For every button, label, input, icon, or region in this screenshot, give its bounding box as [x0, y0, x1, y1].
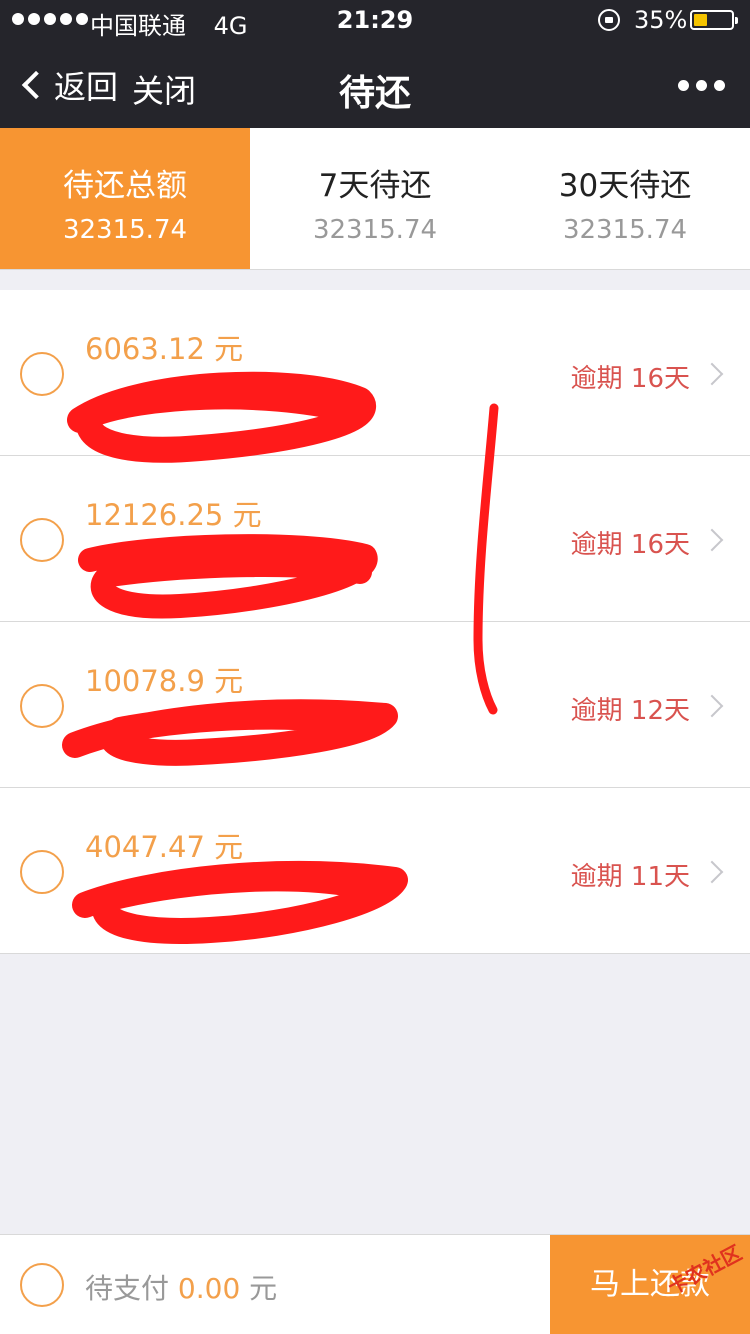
battery-icon [690, 10, 738, 30]
list-item[interactable]: 12126.25 元 逾期 16天 [0, 456, 750, 622]
tab-label: 7天待还 [318, 168, 432, 204]
tab-total-due[interactable]: 待还总额 32315.74 [0, 128, 250, 269]
pay-amount: 0.00 [177, 1272, 241, 1305]
select-radio[interactable] [20, 352, 64, 396]
battery-percent: 35% [634, 6, 688, 34]
chevron-right-icon [700, 528, 724, 552]
repay-now-button[interactable]: 马上还款 [550, 1235, 750, 1334]
repayment-list: 6063.12 元 逾期 16天 12126.25 元 逾期 16天 10078… [0, 290, 750, 954]
item-amount: 12126.25 元 [85, 498, 262, 532]
list-item[interactable]: 10078.9 元 逾期 12天 [0, 622, 750, 788]
select-radio[interactable] [20, 850, 64, 894]
page-title: 待还 [338, 73, 411, 114]
item-amount: 10078.9 元 [85, 664, 244, 698]
overdue-status: 逾期 16天 [570, 530, 690, 560]
bottom-bar: 待支付 0.00 元 马上还款 [0, 1234, 750, 1334]
tab-value: 32315.74 [312, 215, 438, 245]
pay-unit: 元 [249, 1272, 278, 1305]
more-options-icon[interactable] [678, 80, 725, 91]
chevron-right-icon [700, 362, 724, 386]
list-item[interactable]: 6063.12 元 逾期 16天 [0, 290, 750, 456]
select-radio[interactable] [20, 518, 64, 562]
rotation-lock-icon [598, 9, 620, 31]
overdue-status: 逾期 16天 [570, 364, 690, 394]
tab-label: 待还总额 [63, 168, 187, 204]
select-radio[interactable] [20, 684, 64, 728]
item-amount: 4047.47 元 [85, 830, 244, 864]
nav-bar: 返回 关闭 待还 [0, 40, 750, 128]
tab-value: 32315.74 [62, 215, 188, 245]
pending-payment: 待支付 0.00 元 [85, 1267, 277, 1307]
tab-30-days[interactable]: 30天待还 32315.74 [500, 128, 750, 269]
summary-tabs: 待还总额 32315.74 7天待还 32315.74 30天待还 32315.… [0, 128, 750, 270]
overdue-status: 逾期 12天 [570, 696, 690, 726]
tab-label: 30天待还 [558, 168, 692, 204]
status-bar: 中国联通 4G 21:29 35% [0, 0, 750, 40]
pay-label: 待支付 [85, 1272, 170, 1305]
overdue-status: 逾期 11天 [570, 862, 690, 892]
list-item[interactable]: 4047.47 元 逾期 11天 [0, 788, 750, 954]
tab-value: 32315.74 [562, 215, 688, 245]
chevron-right-icon [700, 694, 724, 718]
item-amount: 6063.12 元 [85, 332, 244, 366]
tab-7-days[interactable]: 7天待还 32315.74 [250, 128, 500, 269]
chevron-right-icon [700, 860, 724, 884]
select-all-radio[interactable] [20, 1263, 64, 1307]
